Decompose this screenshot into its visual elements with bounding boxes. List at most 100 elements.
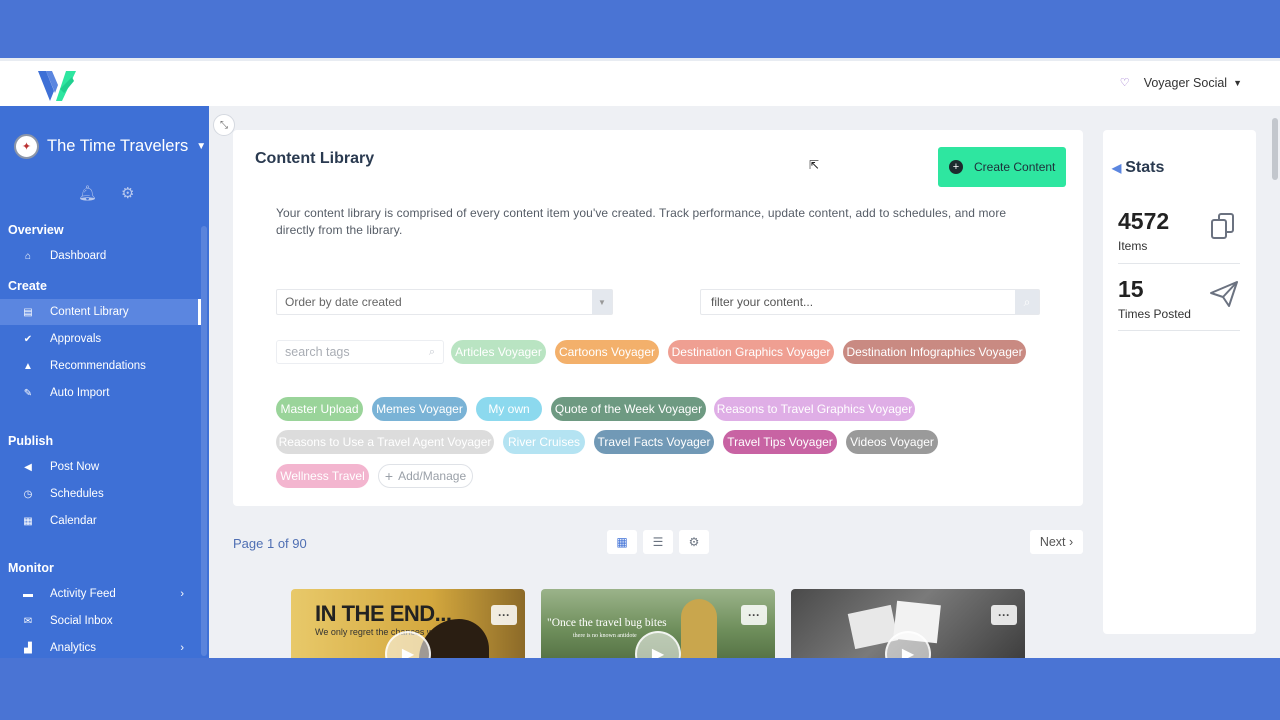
add-manage-tags-button[interactable]: + Add/Manage	[378, 464, 473, 488]
tag-chip[interactable]: My own	[476, 397, 542, 421]
tag-chip[interactable]: River Cruises	[503, 430, 585, 454]
sidebar-item-label: Analytics	[50, 642, 97, 654]
sidebar-item-label: Activity Feed	[50, 588, 116, 600]
section-publish: Publish	[8, 434, 54, 448]
caret-down-icon: ▼	[1233, 78, 1242, 88]
sidebar-item-post-now[interactable]: ◀ Post Now	[0, 454, 200, 480]
book-icon: ▤	[23, 306, 33, 318]
compass-icon: ✦	[14, 134, 39, 159]
stats-toggle[interactable]: ◀ Stats	[1112, 159, 1164, 177]
divider	[1118, 263, 1240, 264]
calendar-icon: ▦	[23, 515, 33, 527]
content-card-thumbnail[interactable]: "Once the travel bug bites there is no k…	[541, 589, 775, 658]
tag-chip[interactable]: Destination Graphics Voyager	[668, 340, 834, 364]
section-overview: Overview	[8, 223, 64, 237]
collapse-sidebar-button[interactable]: ⤡	[213, 114, 235, 136]
more-options-icon[interactable]: ···	[491, 605, 517, 625]
user-menu[interactable]: ♡ Voyager Social ▼	[1120, 76, 1242, 90]
bell-icon[interactable]: 🔔︎	[78, 184, 97, 202]
settings-icon[interactable]: ⚙	[679, 530, 709, 554]
brand-logo[interactable]	[36, 69, 78, 103]
thumbnail-text: "Once the travel bug bites	[547, 617, 667, 629]
content-card-thumbnail[interactable]: IN THE END... We only regret the chances…	[291, 589, 525, 658]
gear-icon[interactable]: ⚙	[121, 184, 134, 202]
more-options-icon[interactable]: ···	[741, 605, 767, 625]
create-content-button[interactable]: + Create Content	[938, 147, 1066, 187]
next-page-button[interactable]: Next ›	[1030, 530, 1083, 554]
order-by-select[interactable]: Order by date created ▼	[276, 289, 613, 315]
sidebar-scrollbar[interactable]	[201, 226, 207, 656]
sidebar-item-dashboard[interactable]: ⌂ Dashboard	[0, 243, 200, 269]
filter-content-field: ⌕	[700, 289, 1040, 315]
times-posted-label: Times Posted	[1118, 307, 1191, 321]
check-circle-icon: ✔	[23, 333, 33, 345]
home-icon: ⌂	[24, 250, 32, 262]
sidebar: ✦ The Time Travelers ▼ 🔔︎ ⚙ Overview ⌂ D…	[0, 106, 209, 658]
sidebar-item-label: Recommendations	[50, 360, 146, 372]
search-icon[interactable]: ⌕	[1015, 290, 1039, 314]
sidebar-item-schedules[interactable]: ◷ Schedules	[0, 481, 200, 507]
sidebar-item-auto-import[interactable]: ✎ Auto Import	[0, 380, 200, 406]
order-by-value: Order by date created	[285, 295, 402, 309]
items-count: 4572	[1118, 208, 1170, 234]
megaphone-icon: ◀	[24, 461, 32, 473]
clock-icon: ◷	[23, 488, 33, 500]
thumbnail-text: IN THE END...	[315, 601, 452, 626]
account-switcher[interactable]: ✦ The Time Travelers ▼	[14, 134, 206, 159]
sidebar-item-label: Approvals	[50, 333, 102, 345]
paper-plane-icon	[1210, 281, 1238, 307]
filter-content-input[interactable]	[709, 294, 1013, 310]
more-options-icon[interactable]: ···	[991, 605, 1017, 625]
sidebar-item-label: Calendar	[50, 515, 97, 527]
tag-chip[interactable]: Videos Voyager	[846, 430, 938, 454]
window-top-band	[0, 0, 1280, 58]
items-label: Items	[1118, 239, 1148, 253]
copy-icon	[1211, 213, 1234, 239]
plus-circle-icon: +	[949, 160, 963, 174]
main-scrollbar[interactable]	[1272, 118, 1278, 180]
tag-chip[interactable]: Master Upload	[276, 397, 363, 421]
caret-left-icon: ◀	[1112, 161, 1122, 175]
sidebar-item-calendar[interactable]: ▦ Calendar	[0, 508, 200, 534]
tag-search-input[interactable]	[283, 344, 417, 360]
tag-chip[interactable]: Reasons to Use a Travel Agent Voyager	[276, 430, 494, 454]
tag-chip[interactable]: Reasons to Travel Graphics Voyager	[714, 397, 915, 421]
sidebar-item-activity-feed[interactable]: ▬ Activity Feed ›	[0, 581, 200, 607]
tag-chip[interactable]: Articles Voyager	[451, 340, 546, 364]
add-manage-label: Add/Manage	[398, 469, 467, 483]
content-library-card: Content Library + Create Content Your co…	[233, 130, 1083, 506]
sidebar-item-label: Content Library	[50, 306, 129, 318]
sidebar-item-content-library[interactable]: ▤ Content Library	[0, 299, 201, 325]
content-card-thumbnail[interactable]: ··· ▶	[791, 589, 1025, 658]
play-icon[interactable]: ▶	[635, 631, 681, 658]
sidebar-item-analytics[interactable]: ▟ Analytics ›	[0, 635, 200, 658]
grid-view-icon[interactable]: ▦	[607, 530, 637, 554]
stats-title: Stats	[1125, 159, 1165, 176]
tag-chip[interactable]: Wellness Travel	[276, 464, 369, 488]
plus-icon: +	[384, 468, 394, 484]
sidebar-item-label: Post Now	[50, 461, 100, 473]
section-create: Create	[8, 279, 47, 293]
sidebar-item-social-inbox[interactable]: ✉ Social Inbox	[0, 608, 200, 634]
chart-icon: ▟	[24, 642, 32, 654]
caret-down-icon: ▼	[592, 290, 612, 314]
tag-chip[interactable]: Cartoons Voyager	[555, 340, 659, 364]
library-description: Your content library is comprised of eve…	[276, 206, 1007, 237]
tag-chip[interactable]: Destination Infographics Voyager	[843, 340, 1026, 364]
top-navbar: ♡ Voyager Social ▼	[0, 58, 1280, 106]
mouse-cursor-icon: ⇱	[809, 158, 820, 172]
sidebar-item-label: Auto Import	[50, 387, 110, 399]
sidebar-item-recommendations[interactable]: ▲ Recommendations	[0, 353, 200, 379]
user-name: Voyager Social	[1143, 76, 1228, 90]
tag-chip[interactable]: Travel Facts Voyager	[594, 430, 714, 454]
chevron-right-icon: ›	[180, 588, 184, 600]
tag-search-field: ⌕	[276, 340, 444, 364]
list-view-icon[interactable]: ☰	[643, 530, 673, 554]
sidebar-item-approvals[interactable]: ✔ Approvals	[0, 326, 200, 352]
next-label: Next	[1039, 535, 1066, 549]
tag-chip[interactable]: Memes Voyager	[372, 397, 467, 421]
tag-chip[interactable]: Quote of the Week Voyager	[551, 397, 706, 421]
envelope-icon: ✉	[23, 615, 33, 627]
thumbnail-subtext: there is no known antidote	[573, 633, 637, 639]
tag-chip[interactable]: Travel Tips Voyager	[723, 430, 837, 454]
